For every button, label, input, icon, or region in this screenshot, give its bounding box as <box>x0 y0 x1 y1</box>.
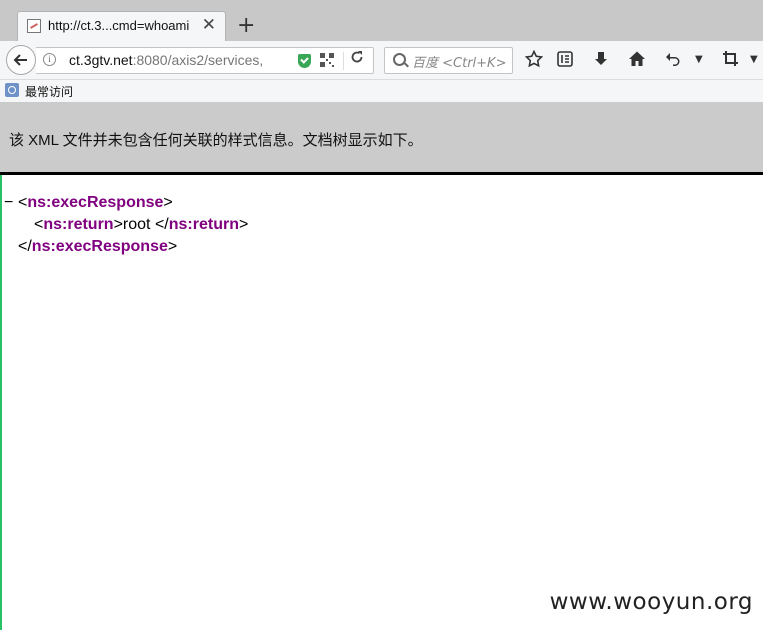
xml-child-value: root <box>122 216 155 233</box>
xml-notice-text: 该 XML 文件并未包含任何关联的样式信息。文档树显示如下。 <box>9 132 423 149</box>
new-tab-button[interactable]: + <box>237 11 255 41</box>
xml-open-tag: ns:execResponse <box>27 194 164 211</box>
url-host: ct.3gtv.net <box>69 52 133 68</box>
tab-strip: http://ct.3...cmd=whoami ✕ + <box>0 0 763 41</box>
watermark: www.wooyun.org <box>549 589 753 615</box>
xml-close-line: </ns:execResponse> <box>18 236 177 258</box>
xml-bracket: > <box>238 216 249 233</box>
xml-notice-banner: 该 XML 文件并未包含任何关联的样式信息。文档树显示如下。 <box>0 102 763 175</box>
xml-bracket: > <box>163 194 173 211</box>
xml-root-line: − <ns:execResponse> <box>0 192 173 214</box>
search-bar[interactable]: 百度 <Ctrl+K> <box>384 47 513 74</box>
undo-dropdown-icon[interactable]: ▼ <box>695 50 703 70</box>
crop-dropdown-icon[interactable]: ▼ <box>750 50 758 70</box>
shield-icon[interactable] <box>298 54 311 68</box>
xml-bracket: < <box>18 194 28 211</box>
site-info-icon[interactable]: i <box>43 53 56 66</box>
undo-icon[interactable] <box>663 50 683 70</box>
bookmark-star-icon[interactable] <box>524 49 544 70</box>
page-left-edge <box>0 175 2 630</box>
browser-tab[interactable]: http://ct.3...cmd=whoami ✕ <box>17 11 226 41</box>
url-divider <box>343 52 344 70</box>
xml-bracket: > <box>167 238 178 255</box>
xml-bracket: < <box>34 216 44 233</box>
xml-child-open-tag: ns:return <box>43 216 114 233</box>
search-icon <box>393 53 406 66</box>
bookmarks-bar: 最常访问 <box>0 80 763 102</box>
navigation-bar: i ct.3gtv.net:8080/axis2/services, 百度 <C… <box>0 41 763 80</box>
url-text[interactable]: ct.3gtv.net:8080/axis2/services, <box>69 52 263 68</box>
back-arrow-icon <box>13 54 27 66</box>
xml-child-line: <ns:return>root </ns:return> <box>34 214 248 236</box>
xml-close-tag: ns:execResponse <box>31 238 168 255</box>
download-icon[interactable] <box>591 50 611 70</box>
reading-list-icon[interactable] <box>555 50 575 70</box>
bookmark-most-visited[interactable]: 最常访问 <box>25 83 73 100</box>
bookmark-folder-icon <box>5 83 19 97</box>
url-bar[interactable]: i ct.3gtv.net:8080/axis2/services, <box>36 47 374 74</box>
crop-icon[interactable] <box>721 50 741 70</box>
back-button[interactable] <box>6 45 36 75</box>
home-icon[interactable] <box>627 50 647 70</box>
xml-child-close-tag: ns:return <box>168 216 239 233</box>
collapse-toggle[interactable]: − <box>4 192 13 214</box>
url-path: :8080/axis2/services, <box>132 52 264 68</box>
xml-bracket: </ <box>18 238 32 255</box>
xml-bracket: > <box>113 216 123 233</box>
page-favicon-icon <box>27 19 41 33</box>
qr-code-icon[interactable] <box>320 53 334 67</box>
tab-title: http://ct.3...cmd=whoami <box>48 18 190 33</box>
close-tab-icon[interactable]: ✕ <box>202 15 216 35</box>
xml-bracket: </ <box>154 216 169 233</box>
search-input[interactable]: 百度 <Ctrl+K> <box>412 52 506 71</box>
reload-icon[interactable] <box>350 50 364 68</box>
